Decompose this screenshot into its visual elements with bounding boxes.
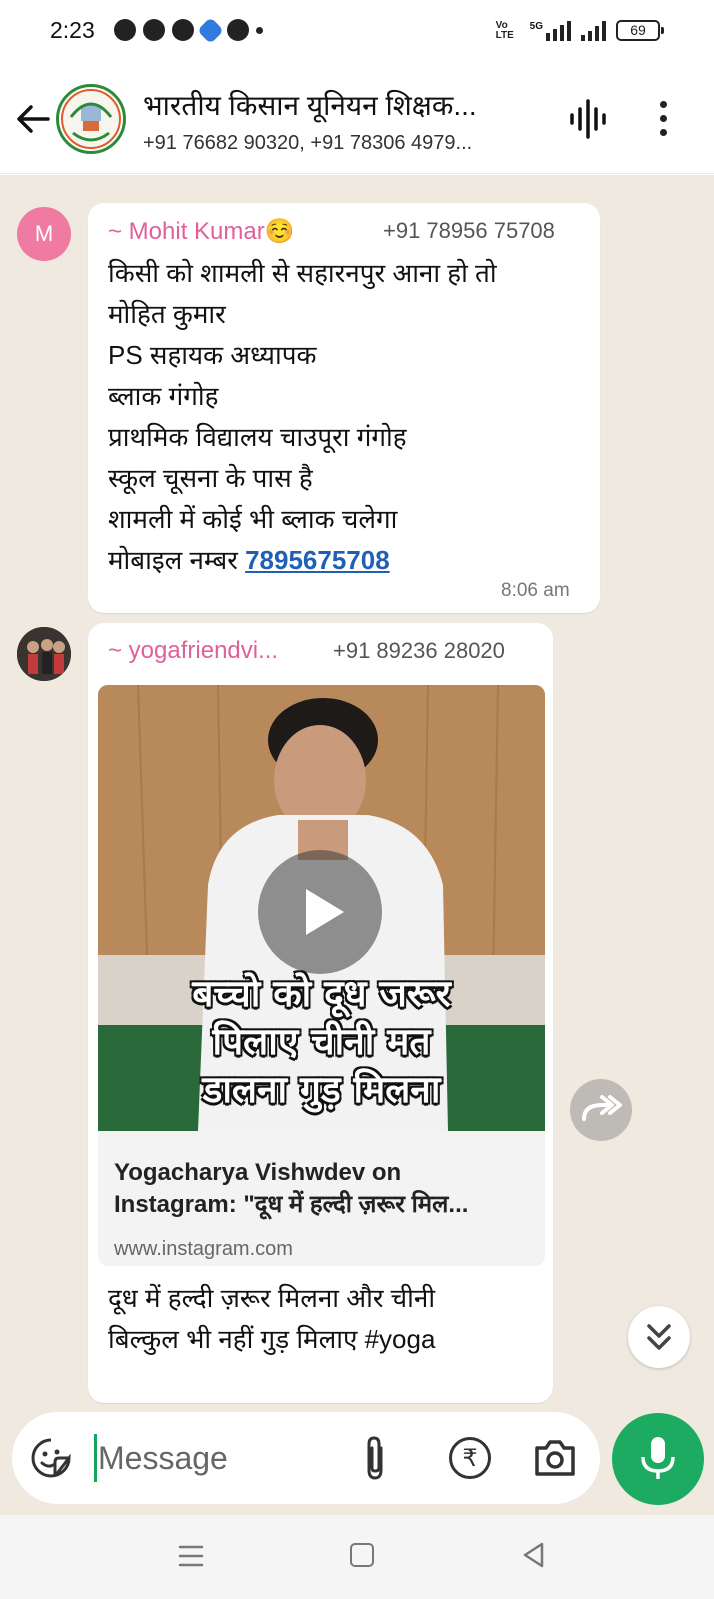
message-caption: दूध में हल्दी ज़रूर मिलना और चीनी बिल्कु… <box>108 1283 436 1354</box>
text-caret <box>94 1434 97 1482</box>
phone-link[interactable]: 7895675708 <box>245 545 390 575</box>
status-bar: 2:23 Vo LTE 5G 69 <box>0 0 714 64</box>
double-chevron-down-icon <box>647 1324 671 1350</box>
attach-icon[interactable] <box>357 1434 393 1482</box>
nav-back-icon[interactable] <box>520 1541 548 1569</box>
chat-icon <box>143 19 165 41</box>
voice-chat-icon[interactable] <box>566 97 610 141</box>
group-avatar[interactable] <box>56 84 126 154</box>
message-time: 8:06 am <box>501 580 570 601</box>
home-icon[interactable] <box>350 1543 374 1567</box>
recent-apps-icon[interactable] <box>178 1543 204 1569</box>
message-composer: ₹ <box>12 1412 600 1504</box>
link-preview-url[interactable]: www.instagram.com <box>114 1238 293 1261</box>
app-icon <box>197 16 224 44</box>
forward-button[interactable] <box>570 1079 632 1141</box>
chat-header: भारतीय किसान यूनियन शिक्षक... +91 76682 … <box>0 64 714 174</box>
status-time: 2:23 <box>50 17 95 43</box>
message-bubble[interactable]: ~ Mohit Kumar☺️ +91 78956 75708 किसी को … <box>88 203 600 613</box>
message-line: मोबाइल नम्बर <box>108 545 246 575</box>
video-thumbnail[interactable]: बच्चो को दूध जरूर पिलाए चीनी मत डालना गु… <box>98 685 545 1131</box>
voice-message-button[interactable] <box>612 1413 704 1505</box>
sender-phone: +91 89236 28020 <box>333 638 505 663</box>
microphone-icon <box>641 1437 675 1479</box>
rupee-payment-icon[interactable]: ₹ <box>449 1437 491 1479</box>
back-arrow-icon[interactable] <box>14 100 52 138</box>
messenger-icon <box>227 19 249 41</box>
more-notifications-icon <box>256 26 263 34</box>
snapchat-icon <box>172 19 194 41</box>
avatar[interactable]: M <box>17 207 71 261</box>
message-input[interactable] <box>98 1436 338 1480</box>
sender-phone: +91 78956 75708 <box>383 218 555 243</box>
status-indicators: Vo LTE 5G 69 <box>495 19 664 41</box>
scroll-to-bottom-button[interactable] <box>628 1306 690 1368</box>
video-overlay-text: बच्चो को दूध जरूर पिलाए चीनी मत डालना गु… <box>192 972 451 1111</box>
chat-area[interactable]: M ~ Mohit Kumar☺️ +91 78956 75708 किसी क… <box>0 175 714 1515</box>
group-title[interactable]: भारतीय किसान यूनियन शिक्षक... <box>143 86 543 124</box>
group-members[interactable]: +91 76682 90320, +91 78306 4979... <box>143 132 543 155</box>
sticker-emoji-icon[interactable] <box>30 1437 72 1479</box>
group-logo-icon <box>61 89 121 149</box>
link-preview[interactable]: Yogacharya Vishwdev on Instagram: "दूध म… <box>98 1131 545 1266</box>
profile-photo-icon <box>17 627 71 681</box>
signal-icon <box>581 20 606 41</box>
camera-icon[interactable] <box>532 1436 578 1480</box>
sender-name[interactable]: ~ yogafriendvi... <box>108 637 278 665</box>
volte-icon: Vo LTE <box>495 19 514 41</box>
notification-icons <box>114 16 263 44</box>
play-button[interactable] <box>258 850 382 974</box>
forward-icon <box>582 1095 622 1121</box>
signal-5g-icon: 5G <box>530 20 571 41</box>
link-preview-title[interactable]: Yogacharya Vishwdev on Instagram: "दूध म… <box>114 1157 534 1221</box>
system-nav-bar <box>0 1515 714 1599</box>
message-text: किसी को शामली से सहारनपुर आना हो तो मोहि… <box>108 258 497 575</box>
more-options-icon[interactable] <box>656 98 670 142</box>
sender-name[interactable]: ~ Mohit Kumar☺️ <box>108 217 295 246</box>
battery-icon: 69 <box>616 20 664 41</box>
add-contact-icon <box>114 19 136 41</box>
avatar[interactable] <box>17 627 71 681</box>
